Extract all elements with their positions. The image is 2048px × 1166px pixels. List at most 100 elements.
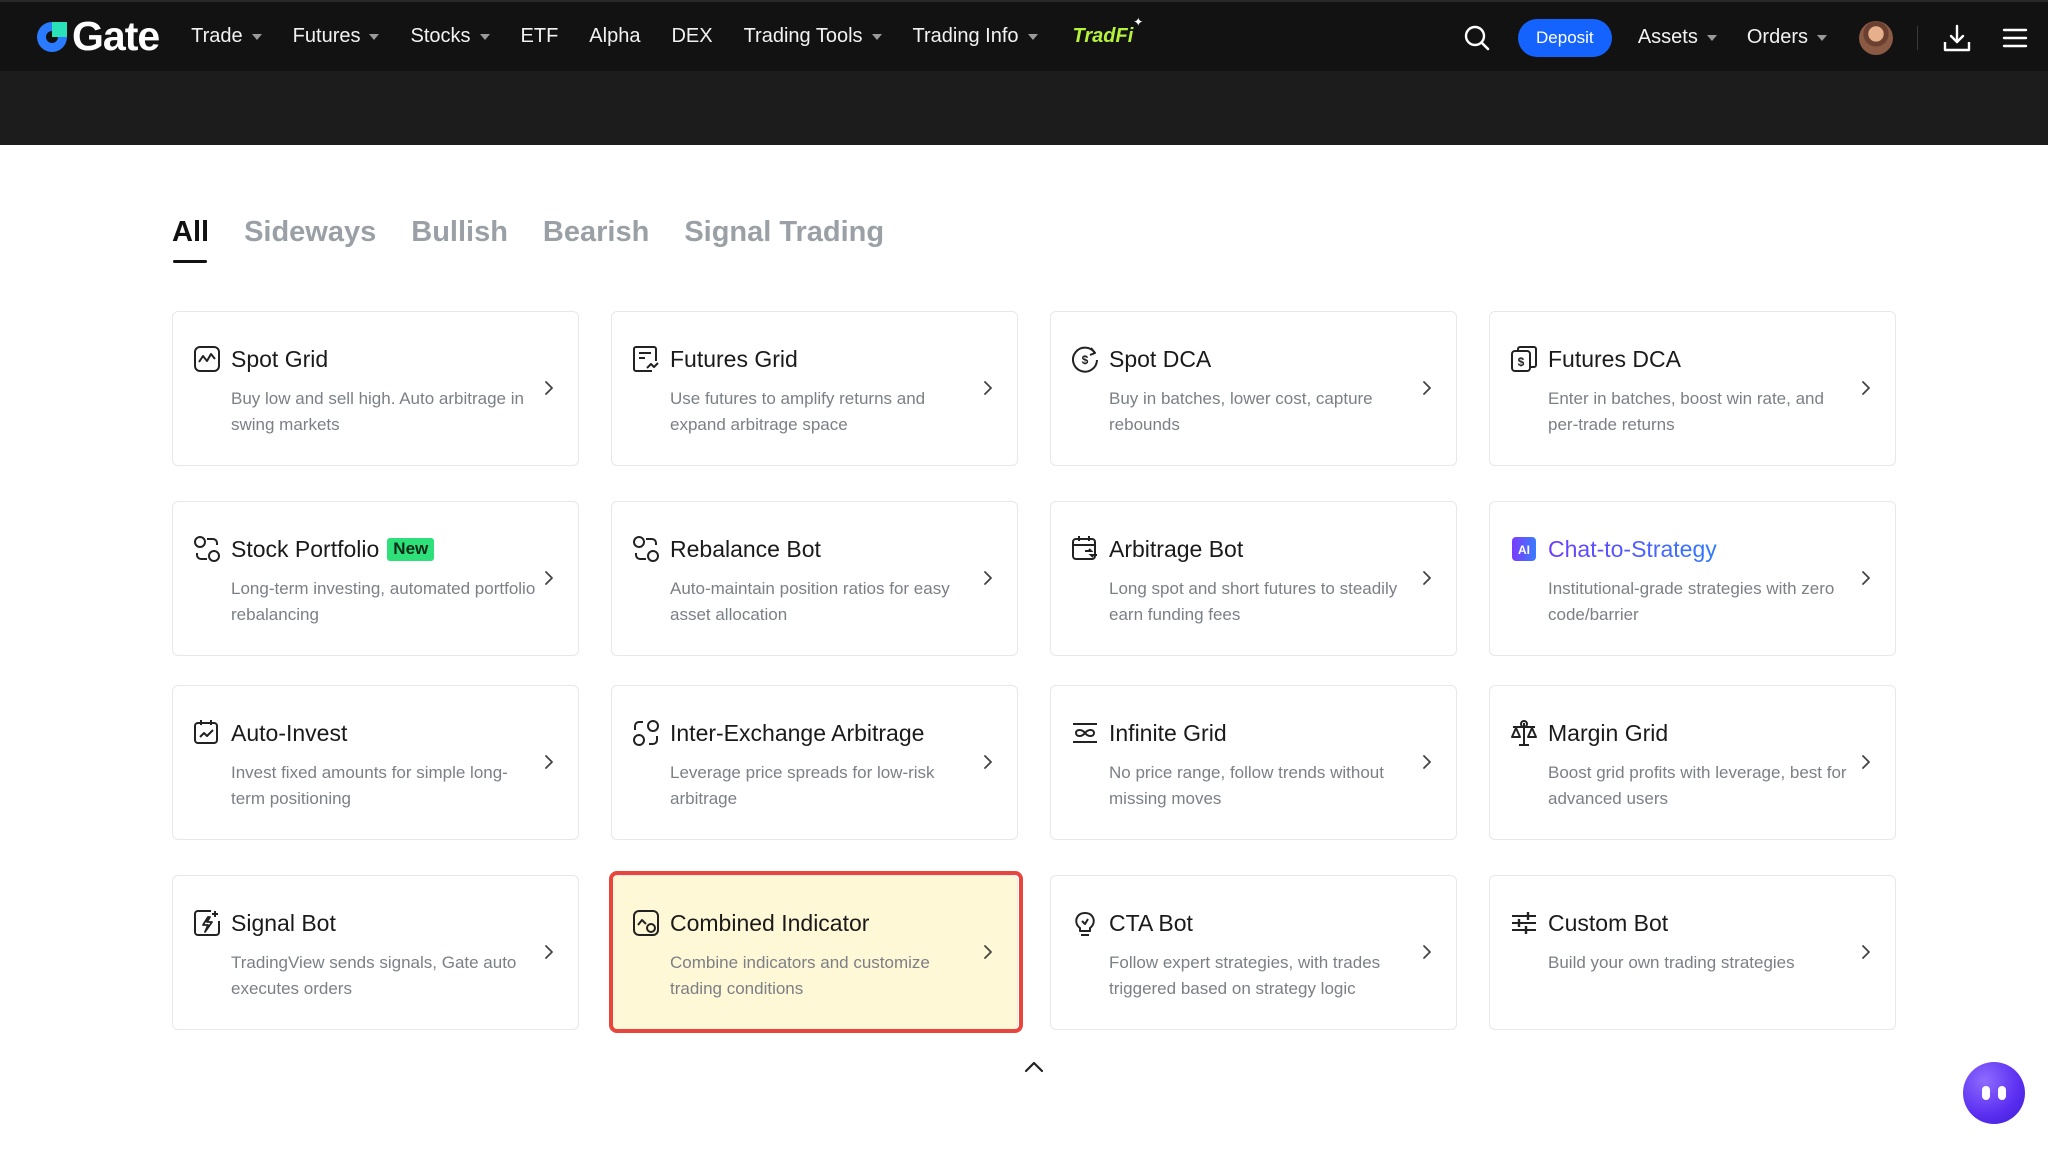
tab-sideways[interactable]: Sideways [244, 216, 376, 263]
menu-button[interactable] [2000, 23, 2030, 53]
caret-down-icon [1706, 34, 1717, 41]
nav-dex[interactable]: DEX [671, 25, 712, 48]
tab-signal-trading[interactable]: Signal Trading [684, 216, 884, 263]
exchange-icon [633, 720, 659, 746]
caret-down-icon [479, 33, 490, 40]
download-icon [1943, 24, 1971, 51]
card-title-text: Margin Grid [1548, 720, 1669, 746]
card-chat-to-strategy[interactable]: AI Chat-to-Strategy Institutional-grade … [1489, 501, 1896, 656]
card-cta-bot[interactable]: CTA Bot Follow expert strategies, with t… [1050, 875, 1457, 1030]
card-futures-dca[interactable]: $ Futures DCA Enter in batches, boost wi… [1489, 311, 1896, 466]
tab-all[interactable]: All [172, 216, 209, 263]
nav-trade[interactable]: Trade [191, 25, 262, 48]
nav-orders-label: Orders [1746, 26, 1808, 48]
card-auto-invest[interactable]: Auto-Invest Invest fixed amounts for sim… [172, 685, 579, 840]
bulb-icon [1075, 912, 1095, 936]
card-stock-portfolio[interactable]: Stock Portfolio New Long-term investing, … [172, 501, 579, 656]
card-combined-indicator[interactable]: Combined Indicator Combine indicators an… [611, 875, 1018, 1030]
card-title: Auto-Invest [231, 720, 347, 747]
card-description: Institutional-grade strategies with zero… [1548, 579, 1835, 624]
card-title: Spot DCA [1109, 346, 1211, 373]
card-title-text: Signal Bot [231, 910, 336, 936]
nav-stocks[interactable]: Stocks [410, 25, 490, 48]
avatar[interactable] [1859, 20, 1893, 55]
nav-assets[interactable]: Assets [1638, 26, 1717, 49]
nav-trading-tools[interactable]: Trading Tools [744, 25, 882, 48]
card-spot-grid[interactable]: Spot Grid Buy low and sell high. Auto ar… [172, 311, 579, 466]
card-description: Invest fixed amounts for simple long-ter… [231, 763, 508, 808]
portfolio-icon [194, 536, 220, 562]
caret-down-icon [871, 33, 882, 40]
assistant-eye-icon [1998, 1086, 2006, 1100]
nav-etf[interactable]: ETF [521, 25, 559, 48]
card-description: Auto-maintain position ratios for easy a… [670, 579, 950, 624]
card-description: Long spot and short futures to steadily … [1109, 579, 1398, 624]
card-infinite-grid[interactable]: Infinite Grid No price range, follow tre… [1050, 685, 1457, 840]
chevron-up-icon[interactable] [1022, 1055, 1046, 1079]
tab-bullish[interactable]: Bullish [411, 216, 508, 263]
chevron-right-icon [545, 755, 553, 769]
calendar-arbitrage-icon [1072, 536, 1097, 560]
card-title-text: Auto-Invest [231, 720, 348, 746]
nav-stocks-label: Stocks [410, 25, 471, 47]
chevron-right-icon [1862, 571, 1870, 585]
card-signal-bot[interactable]: Signal Bot TradingView sends signals, Ga… [172, 875, 579, 1030]
chevron-right-icon [545, 381, 553, 395]
caret-down-icon [251, 33, 262, 40]
indicator-icon [633, 910, 659, 936]
nav-etf-label: ETF [520, 25, 559, 47]
card-description: Use futures to amplify returns and expan… [670, 389, 926, 434]
card-title: Combined Indicator [670, 910, 869, 937]
card-description: No price range, follow trends without mi… [1109, 763, 1384, 808]
nav-trade-label: Trade [191, 25, 243, 47]
hamburger-menu-icon [2002, 28, 2028, 47]
svg-text:$: $ [1082, 353, 1089, 367]
main-nav: Trade Futures Stocks ETF Alpha DEX Tradi… [191, 2, 1164, 71]
card-title-text: Infinite Grid [1109, 720, 1227, 746]
card-arbitrage-bot[interactable]: Arbitrage Bot Long spot and short future… [1050, 501, 1457, 656]
card-title-text: Spot Grid [231, 346, 329, 372]
card-inter-exchange-arbitrage[interactable]: Inter-Exchange Arbitrage Leverage price … [611, 685, 1018, 840]
chevron-right-icon [1423, 945, 1431, 959]
caret-down-icon [1817, 34, 1827, 41]
deposit-button[interactable]: Deposit [1517, 18, 1612, 57]
card-title-text: Spot DCA [1109, 346, 1212, 372]
chevron-right-icon [984, 571, 992, 585]
card-description: Boost grid profits with leverage, best f… [1548, 763, 1847, 808]
assistant-bot-button[interactable] [1963, 1062, 2025, 1124]
card-title-text: Stock Portfolio [231, 536, 380, 562]
chevron-right-icon [984, 381, 992, 395]
card-title-text: Combined Indicator [670, 910, 870, 936]
card-title: CTA Bot [1109, 910, 1193, 937]
card-rebalance-bot[interactable]: Rebalance Bot Auto-maintain position rat… [611, 501, 1018, 656]
card-futures-grid[interactable]: Futures Grid Use futures to amplify retu… [611, 311, 1018, 466]
divider [1917, 25, 1918, 50]
card-description: Build your own trading strategies [1548, 953, 1795, 972]
card-custom-bot[interactable]: Custom Bot Build your own trading strate… [1489, 875, 1896, 1030]
card-spot-dca[interactable]: $ Spot DCA Buy in batches, lower cost, c… [1050, 311, 1457, 466]
dollar-cycle-icon: $ [1072, 346, 1098, 373]
assistant-eye-icon [1982, 1086, 1990, 1100]
card-title-text: Futures DCA [1548, 346, 1681, 372]
chevron-right-icon [545, 945, 553, 959]
nav-alpha[interactable]: Alpha [589, 25, 640, 48]
nav-orders[interactable]: Orders [1747, 26, 1827, 49]
chevron-right-icon [1423, 571, 1431, 585]
gate-logo-icon [37, 21, 67, 52]
nav-trading-info[interactable]: Trading Info [913, 25, 1038, 48]
nav-futures[interactable]: Futures [293, 25, 380, 48]
tab-bearish[interactable]: Bearish [543, 216, 649, 263]
nav-tradfi[interactable]: TradFi ✦ [1073, 15, 1144, 48]
card-description: Enter in batches, boost win rate, and pe… [1548, 389, 1824, 434]
card-margin-grid[interactable]: Margin Grid Boost grid profits with leve… [1489, 685, 1896, 840]
nav-trading-info-label: Trading Info [912, 25, 1019, 47]
chevron-right-icon [984, 755, 992, 769]
svg-text:$: $ [1518, 355, 1525, 369]
nav-futures-label: Futures [292, 25, 361, 47]
search-icon [1464, 25, 1490, 50]
gate-logo[interactable]: Gate [34, 16, 160, 57]
chart-grid-icon [194, 346, 220, 372]
search-button[interactable] [1462, 23, 1492, 53]
svg-text:AI: AI [1518, 543, 1530, 557]
download-button[interactable] [1942, 23, 1972, 53]
